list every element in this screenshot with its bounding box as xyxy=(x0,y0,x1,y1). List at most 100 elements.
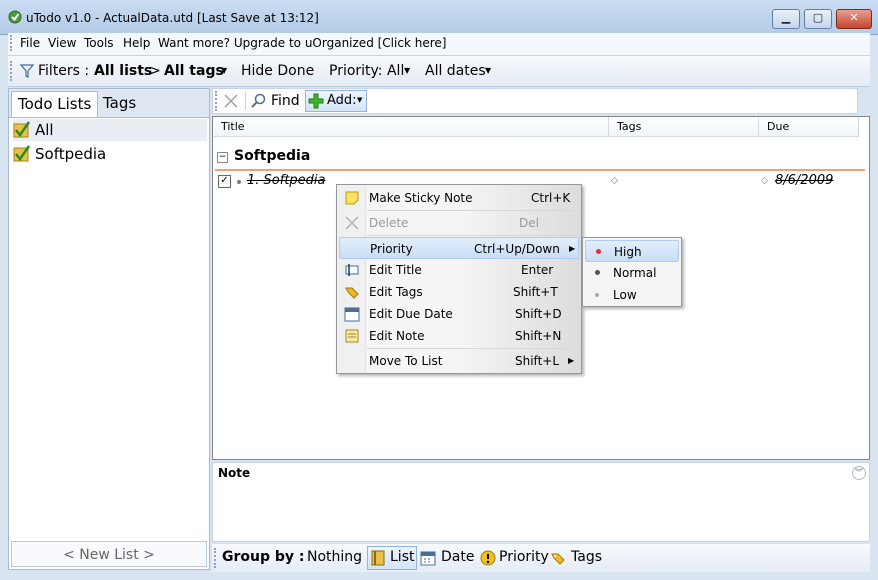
filters-label: Filters : xyxy=(38,63,90,79)
note-icon xyxy=(345,329,359,343)
chevron-down-icon[interactable]: ︾ xyxy=(852,466,866,480)
date-filter[interactable]: All dates xyxy=(425,63,486,79)
list-item-label: Softpedia xyxy=(35,145,107,163)
group-by-date[interactable]: Date xyxy=(441,549,474,565)
column-title[interactable]: Title xyxy=(213,117,609,137)
menu-file[interactable]: File xyxy=(20,36,40,50)
calendar-icon xyxy=(344,307,360,322)
menu-item-sticky-note[interactable]: Make Sticky Note Ctrl+K xyxy=(339,187,579,209)
menu-item-delete: Delete Del xyxy=(339,212,579,234)
filter-grip xyxy=(10,61,15,81)
priority-dot-icon xyxy=(237,180,241,184)
maximize-button[interactable]: ▢ xyxy=(804,9,832,29)
date-dropdown-icon[interactable]: ▼ xyxy=(485,66,491,75)
submenu-arrow-icon: ▶ xyxy=(569,244,576,253)
search-icon[interactable] xyxy=(251,93,267,109)
priority-high-dot-icon xyxy=(596,249,601,254)
group-header[interactable]: − Softpedia xyxy=(215,145,865,171)
left-tabs: Todo Lists Tags xyxy=(9,89,209,118)
menu-item-edit-note[interactable]: Edit Note Shift+N xyxy=(339,325,579,347)
delete-x-icon xyxy=(345,216,359,230)
list-item-softpedia[interactable]: Softpedia xyxy=(13,143,207,165)
due-cell-icon[interactable]: ◇ xyxy=(761,171,768,191)
new-list-button[interactable]: < New List > xyxy=(11,541,207,567)
note-panel[interactable]: Note ︾ xyxy=(212,462,870,542)
title-bar: uTodo v1.0 - ActualData.utd [Last Save a… xyxy=(0,0,878,35)
filter-separator: > xyxy=(149,63,161,79)
filter-bar: Filters : All lists > All tags ▼ Hide Do… xyxy=(8,56,870,87)
hide-done-button[interactable]: Hide Done xyxy=(241,63,314,79)
priority-submenu: High Normal Low xyxy=(582,237,682,307)
calendar-icon xyxy=(420,551,436,566)
menu-help[interactable]: Help xyxy=(123,36,150,50)
folder-check-icon xyxy=(13,121,31,138)
menu-item-edit-tags[interactable]: Edit Tags Shift+T xyxy=(339,281,579,303)
group-by-list-label: List xyxy=(390,549,415,565)
filter-tags[interactable]: All tags xyxy=(164,63,224,79)
group-by-tags[interactable]: Tags xyxy=(571,549,602,565)
menu-tools[interactable]: Tools xyxy=(84,36,114,50)
list-item-label: All xyxy=(35,121,54,139)
column-due[interactable]: Due xyxy=(759,117,859,137)
filter-icon xyxy=(20,64,34,78)
priority-high[interactable]: High xyxy=(585,240,679,262)
group-by-bar: Group by : Nothing List Date Priority Ta… xyxy=(212,544,870,572)
app-icon xyxy=(8,10,22,24)
groupby-grip xyxy=(214,548,219,568)
filter-lists[interactable]: All lists xyxy=(94,63,152,79)
menu-item-edit-title[interactable]: Edit Title Enter xyxy=(339,259,579,281)
menu-view[interactable]: View xyxy=(48,36,76,50)
edit-title-icon xyxy=(345,264,359,276)
tags-cell-icon[interactable]: ◇ xyxy=(611,171,618,191)
close-button[interactable]: ✕ xyxy=(836,9,872,29)
add-label: Add: xyxy=(327,93,357,108)
task-due[interactable]: 8/6/2009 xyxy=(775,171,833,191)
sticky-note-icon xyxy=(345,191,359,205)
menu-item-edit-due-date[interactable]: Edit Due Date Shift+D xyxy=(339,303,579,325)
menu-bar: File View Tools Help Want more? Upgrade … xyxy=(8,33,870,56)
group-name: Softpedia xyxy=(234,148,311,164)
priority-dropdown-icon[interactable]: ▼ xyxy=(404,66,410,75)
priority-low[interactable]: Low xyxy=(585,284,679,306)
find-button[interactable]: Find xyxy=(271,93,300,109)
tag-icon xyxy=(551,553,565,565)
add-button[interactable]: Add: ▼ xyxy=(305,90,367,112)
group-by-nothing[interactable]: Nothing xyxy=(307,549,362,565)
collapse-toggle-icon[interactable]: − xyxy=(217,152,228,163)
tab-tags[interactable]: Tags xyxy=(97,91,142,116)
task-title[interactable]: 1. Softpedia xyxy=(247,171,326,191)
group-by-list-button[interactable]: List xyxy=(367,546,417,570)
column-tags[interactable]: Tags xyxy=(609,117,759,137)
note-label: Note xyxy=(218,466,251,480)
tag-icon xyxy=(345,287,359,299)
list-item-all[interactable]: All xyxy=(13,119,207,141)
filter-tags-dropdown-icon[interactable]: ▼ xyxy=(221,66,227,75)
task-toolbar: Find Add: ▼ xyxy=(212,88,858,114)
submenu-arrow-icon: ▶ xyxy=(568,356,575,365)
list-book-icon xyxy=(371,550,385,566)
add-icon xyxy=(308,93,324,109)
group-by-priority[interactable]: Priority xyxy=(499,549,549,565)
priority-filter[interactable]: Priority: All xyxy=(329,63,404,79)
left-panel: Todo Lists Tags All Softpedia < New List… xyxy=(8,88,210,570)
toolbar-grip xyxy=(215,91,220,111)
menu-item-priority[interactable]: Priority Ctrl+Up/Down ▶ xyxy=(339,237,579,259)
task-done-checkbox[interactable]: ✓ xyxy=(218,175,231,188)
priority-normal[interactable]: Normal xyxy=(585,262,679,284)
menu-item-move-to-list[interactable]: Move To List Shift+L ▶ xyxy=(339,350,579,372)
menu-separator xyxy=(367,210,577,211)
menu-upgrade[interactable]: Want more? Upgrade to uOrganized [Click … xyxy=(158,36,446,50)
context-menu: Make Sticky Note Ctrl+K Delete Del Priorit… xyxy=(336,184,582,374)
group-by-label: Group by : xyxy=(222,549,305,565)
menu-grip xyxy=(10,35,15,51)
priority-warning-icon xyxy=(480,550,496,566)
window-title: uTodo v1.0 - ActualData.utd [Last Save a… xyxy=(26,11,319,25)
minimize-button[interactable]: ▁ xyxy=(772,9,800,29)
delete-icon[interactable] xyxy=(223,93,239,109)
toolbar-separator xyxy=(245,92,246,110)
add-dropdown-icon: ▼ xyxy=(357,96,363,104)
priority-normal-dot-icon xyxy=(595,270,600,275)
tab-todo-lists[interactable]: Todo Lists xyxy=(11,91,99,117)
folder-check-icon xyxy=(13,145,31,162)
menu-separator xyxy=(367,348,577,349)
